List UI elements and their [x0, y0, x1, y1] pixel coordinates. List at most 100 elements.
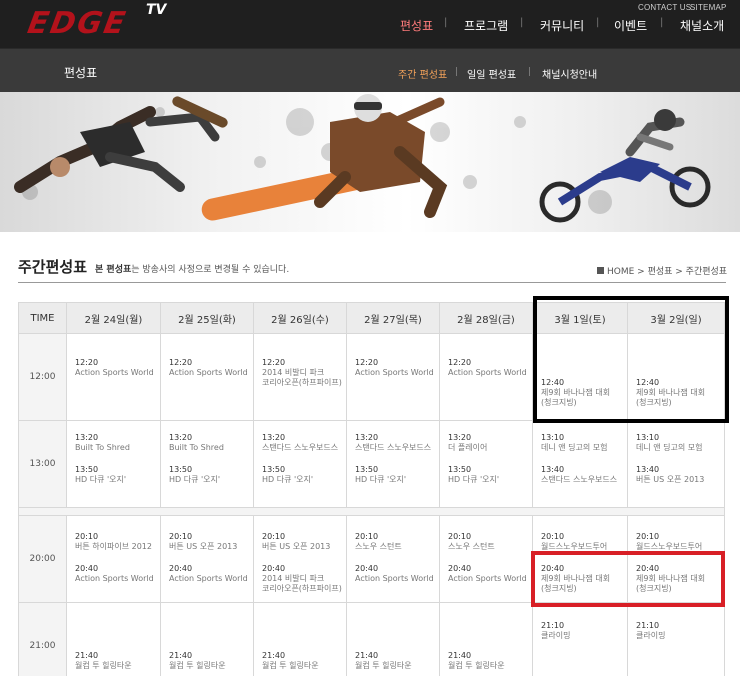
sitemap-link[interactable]: SITEMAP — [690, 3, 727, 12]
program-entry[interactable]: 20:10 버튼 하이파이브 2012 — [75, 532, 152, 552]
program-time: 21:40 — [75, 651, 99, 660]
program-entry[interactable]: 20:10 버튼 US 오픈 2013 — [169, 532, 237, 552]
schedule-cell-content: 21:40 월컴 투 힐링타운 — [254, 603, 346, 676]
schedule-cell-content: 13:20 스탠다드 스노우보드스 13:50 HD 다큐 '오지' — [347, 421, 439, 507]
schedule-cell-content: 20:10 스노우 스턴트 20:40 Action Sports World — [347, 516, 439, 602]
program-entry[interactable]: 20:10 스노우 스턴트 — [355, 532, 402, 552]
breadcrumb: HOME > 편성표 > 주간편성표 — [597, 264, 727, 277]
program-entry[interactable]: 13:50 HD 다큐 '오지' — [448, 465, 499, 485]
program-title: 월컴 투 힐링타운 — [448, 661, 505, 670]
program-entry[interactable]: 13:50 HD 다큐 '오지' — [355, 465, 406, 485]
snowboarder-figure — [201, 94, 448, 221]
program-entry[interactable]: 13:50 HD 다큐 '오지' — [75, 465, 126, 485]
schedule-row: 13:00 13:20 Built To Shred 13:50 HD 다큐 '오지' 1… — [18, 420, 725, 508]
program-title: 월컴 투 힐링타운 — [75, 661, 132, 670]
highlight-box-red — [531, 551, 725, 607]
schedule-cell-content: 21:40 월컴 투 힐링타운 — [161, 603, 253, 676]
program-entry[interactable]: 20:10 월드스노우보드투어 — [541, 532, 607, 552]
day-header: 2월 27일(목) — [346, 302, 440, 334]
program-time: 20:40 — [262, 564, 286, 573]
program-entry[interactable]: 13:20 Built To Shred — [169, 433, 224, 453]
nav-schedule[interactable]: 편성표 — [400, 17, 433, 34]
nav-programs[interactable]: 프로그램 — [464, 17, 508, 34]
program-entry[interactable]: 21:40 월컴 투 힐링타운 — [75, 651, 132, 671]
schedule-cell: 21:40 월컴 투 힐링타운 — [160, 602, 254, 676]
program-entry[interactable]: 13:10 데니 앤 딩고의 모험 — [541, 433, 608, 453]
schedule-cell-content: 21:10 클라이밍 — [533, 603, 627, 676]
program-entry[interactable]: 12:20 Action Sports World — [75, 358, 154, 378]
program-entry[interactable]: 13:50 HD 다큐 '오지' — [169, 465, 220, 485]
program-entry[interactable]: 13:20 스탠다드 스노우보드스 — [262, 433, 338, 453]
schedule-cell-content: 13:20 더 플레이어 13:50 HD 다큐 '오지' — [440, 421, 532, 507]
subnav-daily[interactable]: 일일 편성표 — [467, 66, 516, 81]
program-entry[interactable]: 21:40 월컴 투 힐링타운 — [262, 651, 319, 671]
title-divider — [18, 282, 726, 283]
program-entry[interactable]: 21:10 클라이밍 — [636, 621, 665, 641]
program-title: Action Sports World — [355, 574, 434, 583]
program-title: 코리아오픈(하프파이프) — [262, 378, 342, 387]
program-entry[interactable]: 12:20 2014 비발디 파크 코리아오픈(하프파이프) — [262, 358, 342, 388]
program-entry[interactable]: 21:10 클라이밍 — [541, 621, 570, 641]
program-entry[interactable]: 20:40 2014 비발디 파크 코리아오픈(하프파이프) — [262, 564, 342, 594]
program-entry[interactable]: 13:20 스탠다드 스노우보드스 — [355, 433, 431, 453]
program-entry[interactable]: 13:20 더 플레이어 — [448, 433, 487, 453]
program-entry[interactable]: 20:40 Action Sports World — [448, 564, 527, 584]
nav-channel-info[interactable]: 채널소개 — [680, 17, 724, 34]
schedule-cell-content: 13:20 스탠다드 스노우보드스 13:50 HD 다큐 '오지' — [254, 421, 346, 507]
program-entry[interactable]: 20:40 Action Sports World — [355, 564, 434, 584]
schedule-cell: 21:40 월컴 투 힐링타운 — [439, 602, 533, 676]
program-entry[interactable]: 21:40 월컴 투 힐링타운 — [169, 651, 226, 671]
program-entry[interactable]: 13:40 스탠다드 스노우보드스 — [541, 465, 617, 485]
schedule-cell: 21:10 클라이밍 — [532, 602, 628, 676]
program-time: 12:20 — [448, 358, 472, 367]
program-entry[interactable]: 20:10 월드스노우보드투어 — [636, 532, 702, 552]
program-entry[interactable]: 13:10 데니 앤 딩고의 모험 — [636, 433, 703, 453]
program-title: Action Sports World — [75, 574, 154, 583]
schedule-cell: 13:10 데니 앤 딩고의 모험 13:40 스탠다드 스노우보드스 — [532, 420, 628, 508]
program-entry[interactable]: 21:40 월컴 투 힐링타운 — [448, 651, 505, 671]
program-time: 13:10 — [636, 433, 660, 442]
program-entry[interactable]: 13:50 HD 다큐 '오지' — [262, 465, 313, 485]
nav-separator: | — [520, 17, 524, 28]
program-time: 21:40 — [169, 651, 193, 660]
motocross-figure — [539, 109, 711, 223]
program-entry[interactable]: 20:40 Action Sports World — [169, 564, 248, 584]
program-title: Built To Shred — [75, 443, 130, 452]
schedule-cell: 13:20 스탠다드 스노우보드스 13:50 HD 다큐 '오지' — [253, 420, 347, 508]
program-entry[interactable]: 13:20 Built To Shred — [75, 433, 130, 453]
program-time: 20:10 — [75, 532, 99, 541]
edge-tv-logo[interactable]: EDGE TV — [24, 2, 178, 44]
subnav-viewing-guide[interactable]: 채널시청안내 — [542, 66, 597, 81]
program-entry[interactable]: 12:20 Action Sports World — [448, 358, 527, 378]
subnav-separator: | — [455, 67, 459, 77]
home-icon — [597, 267, 604, 274]
schedule-cell: 13:20 Built To Shred 13:50 HD 다큐 '오지' — [66, 420, 161, 508]
program-time: 21:10 — [636, 621, 660, 630]
subnav-separator: | — [528, 67, 532, 77]
contact-us-link[interactable]: CONTACT US — [638, 3, 691, 12]
nav-events[interactable]: 이벤트 — [614, 17, 647, 34]
program-title: 데니 앤 딩고의 모험 — [541, 443, 608, 452]
program-entry[interactable]: 20:10 버튼 US 오픈 2013 — [262, 532, 330, 552]
subnav-weekly[interactable]: 주간 편성표 — [398, 66, 447, 81]
program-title: 월컴 투 힐링타운 — [262, 661, 319, 670]
program-title: 월컴 투 힐링타운 — [169, 661, 226, 670]
time-header: TIME — [18, 302, 67, 334]
program-title: Action Sports World — [75, 368, 154, 377]
schedule-cell: 21:40 월컴 투 힐링타운 — [253, 602, 347, 676]
program-entry[interactable]: 20:10 스노우 스턴트 — [448, 532, 495, 552]
program-title: 2014 비발디 파크 — [262, 574, 325, 583]
program-time: 20:10 — [355, 532, 379, 541]
program-time: 20:40 — [169, 564, 193, 573]
program-title: 버튼 US 오픈 2013 — [636, 475, 705, 484]
program-entry[interactable]: 12:20 Action Sports World — [355, 358, 434, 378]
schedule-cell-content: 21:40 월컴 투 힐링타운 — [67, 603, 160, 676]
program-entry[interactable]: 13:40 버튼 US 오픈 2013 — [636, 465, 704, 485]
program-title: Action Sports World — [448, 574, 527, 583]
logo-text: EDGE — [24, 6, 130, 41]
nav-community[interactable]: 커뮤니티 — [540, 17, 584, 34]
program-entry[interactable]: 20:40 Action Sports World — [75, 564, 154, 584]
program-entry[interactable]: 21:40 월컴 투 힐링타운 — [355, 651, 412, 671]
program-time: 13:50 — [169, 465, 193, 474]
program-entry[interactable]: 12:20 Action Sports World — [169, 358, 248, 378]
